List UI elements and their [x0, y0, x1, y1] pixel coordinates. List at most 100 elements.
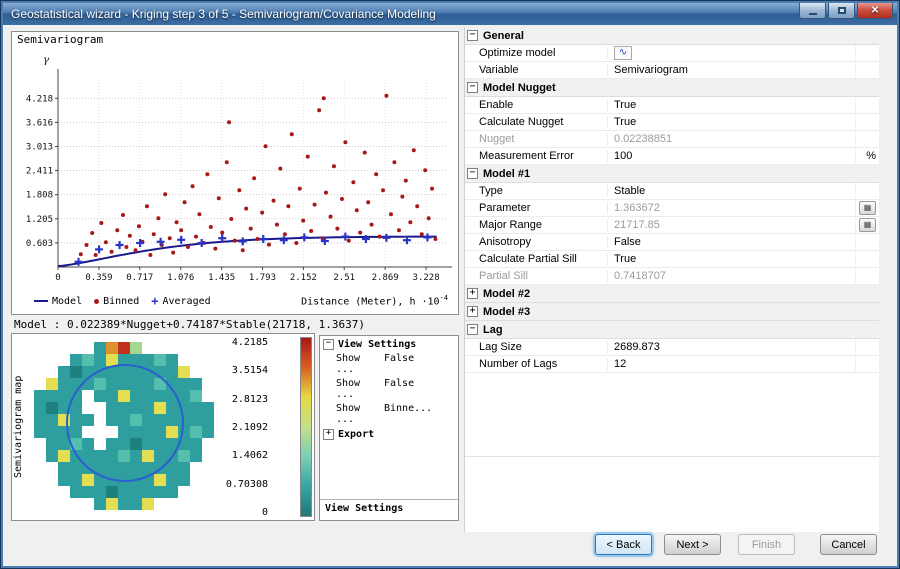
heatmap-cell — [46, 366, 58, 378]
view-settings-tab[interactable]: View Settings — [320, 499, 458, 514]
setting-value[interactable]: False — [380, 378, 455, 400]
property-row-calculate-partial-sill[interactable]: Calculate Partial Sill True — [465, 251, 879, 268]
section-title: Model #3 — [483, 305, 531, 318]
svg-text:4.218: 4.218 — [26, 94, 53, 104]
setting-label: Show ... — [336, 403, 361, 425]
section-model-nugget[interactable]: − Model Nugget — [465, 79, 879, 97]
heatmap-cell — [34, 342, 46, 354]
property-value[interactable]: True — [608, 116, 855, 128]
optimize-model-icon[interactable]: ∿ — [614, 46, 632, 60]
heatmap-cell — [130, 486, 142, 498]
property-row-variable[interactable]: Variable Semivariogram — [465, 62, 879, 79]
collapse-icon[interactable]: − — [467, 30, 478, 41]
close-button[interactable]: ✕ — [857, 3, 893, 19]
heatmap-cell — [178, 450, 190, 462]
property-row-major-range[interactable]: Major Range 21717.85 ▦ — [465, 217, 879, 234]
collapse-icon[interactable]: − — [323, 339, 334, 350]
cancel-button[interactable]: Cancel — [820, 534, 877, 555]
section-model-3[interactable]: + Model #3 — [465, 303, 879, 321]
property-row-measurement-error[interactable]: Measurement Error 100% — [465, 148, 879, 165]
property-row-extra — [855, 251, 879, 267]
property-value[interactable]: 1.363672 — [608, 202, 855, 214]
heatmap-cell — [34, 426, 46, 438]
maximize-button[interactable] — [828, 3, 855, 19]
semivariogram-chart[interactable]: 0.603 1.205 1.808 2.411 3.013 3.616 4.218 0 0.35… — [12, 47, 456, 293]
svg-text:2.411: 2.411 — [26, 167, 53, 177]
heatmap-cell — [190, 450, 202, 462]
tree-group-view-settings[interactable]: − View Settings — [320, 336, 458, 351]
svg-text:3.013: 3.013 — [26, 142, 53, 152]
heatmap-cell — [178, 342, 190, 354]
next-button[interactable]: Next > — [664, 534, 721, 555]
setting-label: Show ... — [336, 378, 361, 400]
setting-value[interactable]: Binne... — [380, 403, 455, 425]
heatmap-cell — [142, 342, 154, 354]
property-value[interactable]: 2689.873 — [608, 341, 855, 353]
svg-text:1.793: 1.793 — [249, 273, 276, 283]
property-value[interactable]: Semivariogram — [608, 64, 855, 76]
property-value[interactable]: 0.7418707 — [608, 270, 855, 282]
legend-model-icon — [34, 300, 48, 302]
property-value[interactable]: 12 — [608, 358, 855, 370]
heatmap-cell — [118, 342, 130, 354]
property-row-partial-sill[interactable]: Partial Sill 0.7418707 — [465, 268, 879, 285]
property-value[interactable]: 100 — [608, 150, 855, 162]
back-button[interactable]: < Back — [595, 534, 652, 555]
browse-button[interactable]: ▦ — [859, 201, 876, 215]
section-lag[interactable]: − Lag — [465, 321, 879, 339]
property-value[interactable]: 21717.85 — [608, 219, 855, 231]
legend-item-averaged: + Averaged — [151, 295, 210, 307]
color-scale-labels: 4.2185 3.5154 2.8123 2.1092 1.4062 0.70308 0 — [212, 337, 268, 518]
setting-value[interactable]: False — [380, 353, 455, 375]
tree-group-export[interactable]: + Export — [320, 426, 458, 441]
heatmap-cell — [58, 378, 70, 390]
heatmap-cell — [190, 474, 202, 486]
browse-button[interactable]: ▦ — [859, 218, 876, 232]
heatmap-cell — [142, 354, 154, 366]
heatmap-cell — [154, 474, 166, 486]
svg-text:2.152: 2.152 — [290, 273, 317, 283]
section-general[interactable]: − General — [465, 27, 879, 45]
property-value[interactable]: 0.02238851 — [608, 133, 855, 145]
tree-setting-row[interactable]: Show ... False — [320, 351, 458, 376]
section-model-1[interactable]: − Model #1 — [465, 165, 879, 183]
property-row-optimize-model[interactable]: Optimize model ∿ — [465, 45, 879, 62]
property-row-calculate-nugget[interactable]: Calculate Nugget True — [465, 114, 879, 131]
property-row-anisotropy[interactable]: Anisotropy False — [465, 234, 879, 251]
property-row-enable[interactable]: Enable True — [465, 97, 879, 114]
property-value[interactable]: ∿ — [608, 46, 855, 60]
collapse-icon[interactable]: − — [467, 82, 478, 93]
expand-icon[interactable]: + — [467, 288, 478, 299]
heatmap-cell — [70, 474, 82, 486]
property-row-number-of-lags[interactable]: Number of Lags 12 — [465, 356, 879, 373]
minimize-button[interactable] — [799, 3, 826, 19]
property-value[interactable]: False — [608, 236, 855, 248]
collapse-icon[interactable]: − — [467, 168, 478, 179]
property-row-nugget[interactable]: Nugget 0.02238851 — [465, 131, 879, 148]
property-row-extra[interactable]: ▦ — [855, 217, 879, 233]
property-value[interactable]: True — [608, 99, 855, 111]
property-row-parameter[interactable]: Parameter 1.363672 ▦ — [465, 200, 879, 217]
expand-icon[interactable]: + — [323, 429, 334, 440]
tree-setting-row[interactable]: Show ... False — [320, 376, 458, 401]
property-row-extra — [855, 97, 879, 113]
heatmap-cell — [34, 354, 46, 366]
property-row-type[interactable]: Type Stable — [465, 183, 879, 200]
heatmap-cell — [166, 354, 178, 366]
heatmap-cell — [46, 342, 58, 354]
section-model-2[interactable]: + Model #2 — [465, 285, 879, 303]
heatmap-cell — [178, 366, 190, 378]
titlebar[interactable]: Geostatistical wizard - Kriging step 3 o… — [3, 3, 897, 25]
property-value[interactable]: True — [608, 253, 855, 265]
property-row-extra[interactable]: ▦ — [855, 200, 879, 216]
heatmap-cell — [82, 474, 94, 486]
expand-icon[interactable]: + — [467, 306, 478, 317]
property-row-lag-size[interactable]: Lag Size 2689.873 — [465, 339, 879, 356]
section-title: Model #1 — [483, 167, 531, 180]
tree-setting-row[interactable]: Show ... Binne... — [320, 401, 458, 426]
heatmap-cell — [166, 498, 178, 510]
property-label: Calculate Partial Sill — [465, 253, 608, 265]
model-formula: Model : 0.022389*Nugget+0.74187*Stable(2… — [14, 318, 365, 331]
property-value[interactable]: Stable — [608, 185, 855, 197]
collapse-icon[interactable]: − — [467, 324, 478, 335]
